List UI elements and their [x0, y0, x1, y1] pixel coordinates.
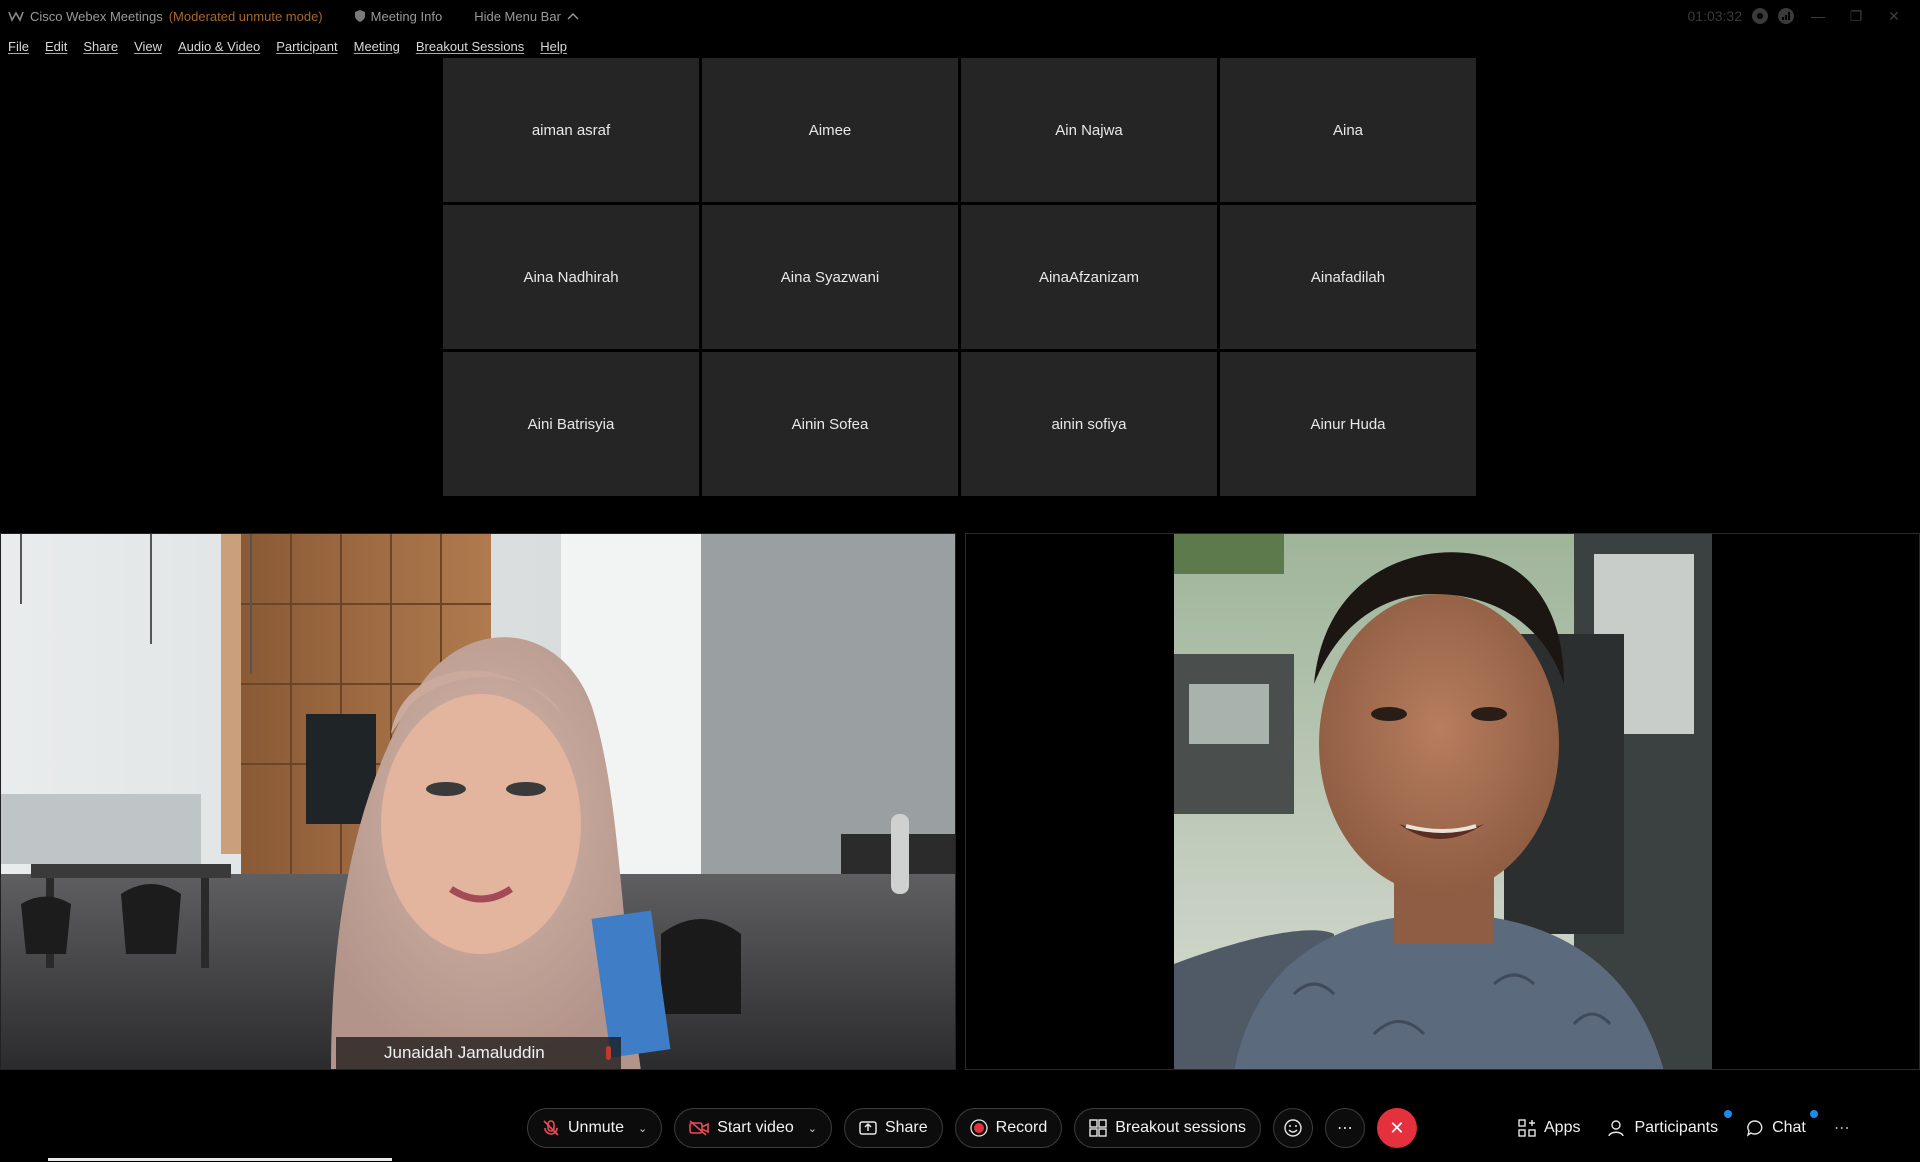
- menu-help[interactable]: Help: [540, 39, 567, 54]
- participant-tile[interactable]: Ainafadilah: [1220, 205, 1476, 349]
- microphone-icon: [606, 1046, 611, 1060]
- chat-notification-dot: [1809, 1110, 1818, 1118]
- chat-bubble-icon: [1746, 1119, 1764, 1137]
- hide-menu-bar-button[interactable]: Hide Menu Bar: [474, 9, 579, 24]
- title-right: 01:03:32 — ❐ ✕: [1688, 8, 1920, 25]
- participant-tile[interactable]: Aina Nadhirah: [443, 205, 699, 349]
- unmute-label: Unmute: [568, 1119, 625, 1136]
- participant-grid: aiman asraf Aimee Ain Najwa Aina Aina Na…: [443, 58, 1477, 496]
- participants-notification-dot: [1724, 1110, 1733, 1118]
- menu-view[interactable]: View: [134, 39, 162, 54]
- menu-file[interactable]: File: [8, 39, 29, 54]
- chevron-down-icon[interactable]: ⌄: [808, 1122, 817, 1135]
- reactions-button[interactable]: [1272, 1108, 1313, 1148]
- moderated-mode-label: (Moderated unmute mode): [168, 8, 323, 24]
- apps-button[interactable]: Apps: [1518, 1108, 1580, 1148]
- camera-off-icon: [689, 1120, 710, 1136]
- center-controls: Unmute ⌄ Start video ⌄ Share Record Brea…: [527, 1108, 1417, 1148]
- participants-button[interactable]: Participants: [1608, 1108, 1733, 1148]
- more-panels-icon[interactable]: ⋯: [1834, 1118, 1850, 1138]
- hide-menu-bar-label: Hide Menu Bar: [474, 8, 561, 24]
- close-icon[interactable]: ✕: [1880, 8, 1908, 25]
- menu-participant[interactable]: Participant: [276, 39, 337, 54]
- speaker-name-tag: Junaidah Jamaluddin: [336, 1037, 621, 1069]
- unmute-button[interactable]: Unmute ⌄: [527, 1108, 663, 1148]
- more-options-button[interactable]: ⋯: [1324, 1108, 1365, 1148]
- right-controls: Apps Participants Chat ⋯: [1518, 1108, 1850, 1148]
- share-button[interactable]: Share: [843, 1108, 943, 1148]
- menu-bar: File Edit Share View Audio & Video Parti…: [0, 35, 583, 57]
- start-video-button[interactable]: Start video ⌄: [674, 1108, 832, 1148]
- participant-tile[interactable]: ainin sofiya: [961, 352, 1217, 496]
- network-status-icon[interactable]: [1778, 8, 1794, 24]
- menu-edit[interactable]: Edit: [45, 39, 67, 54]
- menu-meeting[interactable]: Meeting: [354, 39, 400, 54]
- video-pane-right[interactable]: [965, 533, 1920, 1070]
- video-pane-left[interactable]: Junaidah Jamaluddin: [0, 533, 956, 1070]
- participant-tile[interactable]: aiman asraf: [443, 58, 699, 202]
- app-name: Cisco Webex Meetings: [30, 8, 163, 24]
- participants-label: Participants: [1634, 1119, 1719, 1136]
- title-left: Cisco Webex Meetings (Moderated unmute m…: [0, 9, 579, 24]
- minimize-icon[interactable]: —: [1804, 8, 1832, 24]
- leave-meeting-button[interactable]: ✕: [1376, 1108, 1417, 1148]
- menu-breakout-sessions[interactable]: Breakout Sessions: [416, 39, 524, 54]
- share-label: Share: [884, 1119, 928, 1136]
- person-icon: [1608, 1119, 1626, 1137]
- meeting-info-button[interactable]: Meeting Info: [354, 8, 443, 24]
- smiley-icon: [1283, 1118, 1303, 1138]
- ellipsis-icon: ⋯: [1336, 1120, 1353, 1137]
- restore-icon[interactable]: ❐: [1842, 8, 1870, 25]
- chevron-up-icon: [567, 12, 579, 20]
- office-video-image: [1, 534, 955, 1069]
- meeting-info-label: Meeting Info: [370, 8, 443, 24]
- meeting-controls: Unmute ⌄ Start video ⌄ Share Record Brea…: [0, 1098, 1920, 1162]
- recording-status-icon: [1752, 8, 1768, 24]
- chat-label: Chat: [1772, 1119, 1806, 1136]
- webex-logo-icon: [8, 10, 24, 22]
- title-bar: Cisco Webex Meetings (Moderated unmute m…: [0, 0, 1920, 32]
- menu-audio-video[interactable]: Audio & Video: [178, 39, 260, 54]
- participant-tile[interactable]: Ain Najwa: [961, 58, 1217, 202]
- record-label: Record: [995, 1119, 1048, 1136]
- record-icon: [970, 1119, 988, 1137]
- participant-tile[interactable]: Aina Syazwani: [702, 205, 958, 349]
- participant-tile[interactable]: Aina: [1220, 58, 1476, 202]
- record-button[interactable]: Record: [954, 1108, 1063, 1148]
- menu-share[interactable]: Share: [83, 39, 118, 54]
- participant-tile[interactable]: Ainin Sofea: [702, 352, 958, 496]
- breakout-sessions-button[interactable]: Breakout sessions: [1074, 1108, 1261, 1148]
- car-video-image: [1174, 534, 1712, 1069]
- close-icon: ✕: [1389, 1117, 1405, 1138]
- shield-icon: [354, 10, 365, 22]
- share-icon: [859, 1120, 877, 1136]
- microphone-muted-icon: [542, 1119, 560, 1137]
- apps-label: Apps: [1544, 1119, 1581, 1136]
- speaker-name: Junaidah Jamaluddin: [384, 1043, 545, 1062]
- bottom-progress-strip: [48, 1158, 392, 1161]
- breakout-grid-icon: [1089, 1119, 1107, 1137]
- participant-tile[interactable]: Aini Batrisyia: [443, 352, 699, 496]
- apps-icon: [1518, 1119, 1536, 1137]
- participant-tile[interactable]: Ainur Huda: [1220, 352, 1476, 496]
- meeting-timer: 01:03:32: [1687, 8, 1743, 24]
- participant-tile[interactable]: AinaAfzanizam: [961, 205, 1217, 349]
- breakout-sessions-label: Breakout sessions: [1115, 1119, 1246, 1136]
- start-video-label: Start video: [717, 1119, 794, 1136]
- chevron-down-icon[interactable]: ⌄: [638, 1122, 647, 1135]
- chat-button[interactable]: Chat: [1746, 1108, 1818, 1148]
- car-video-frame: [1174, 534, 1712, 1069]
- participant-tile[interactable]: Aimee: [702, 58, 958, 202]
